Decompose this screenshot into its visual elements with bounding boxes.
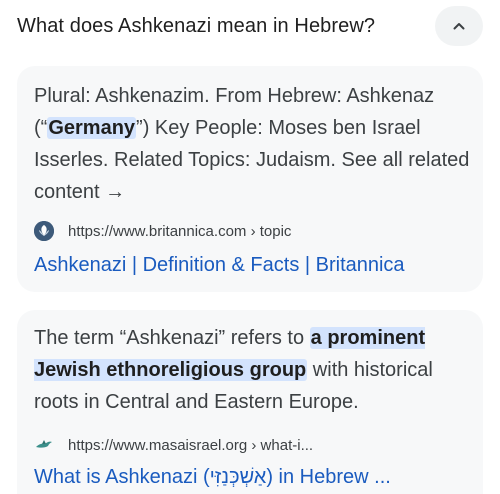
britannica-thistle-icon: [34, 221, 54, 241]
related-question-header[interactable]: What does Ashkenazi mean in Hebrew?: [0, 0, 500, 56]
result-card-masaisrael: The term “Ashkenazi” refers to a promine…: [17, 310, 483, 494]
result-snippet: The term “Ashkenazi” refers to a promine…: [34, 322, 474, 418]
source-url: https://www.britannica.com › topic: [68, 222, 292, 240]
result-card-britannica: Plural: Ashkenazim. From Hebrew: Ashkena…: [17, 66, 483, 292]
result-snippet: Plural: Ashkenazim. From Hebrew: Ashkena…: [34, 80, 474, 208]
collapse-button[interactable]: [435, 6, 483, 46]
source-url: https://www.masaisrael.org › what-i...: [68, 436, 314, 454]
chevron-up-icon: [453, 23, 465, 30]
snippet-highlight: Germany: [47, 117, 137, 139]
masa-israel-bird-icon: [34, 435, 54, 455]
result-source[interactable]: https://www.masaisrael.org › what-i...: [34, 434, 313, 456]
result-title-link[interactable]: What is Ashkenazi (אַשְׁכְּנַזִּי) in He…: [34, 463, 391, 491]
result-title-link[interactable]: Ashkenazi | Definition & Facts | Britann…: [34, 251, 405, 279]
snippet-text: The term “Ashkenazi” refers to: [34, 327, 310, 349]
question-text: What does Ashkenazi mean in Hebrew?: [17, 15, 376, 37]
result-source[interactable]: https://www.britannica.com › topic: [34, 220, 291, 242]
